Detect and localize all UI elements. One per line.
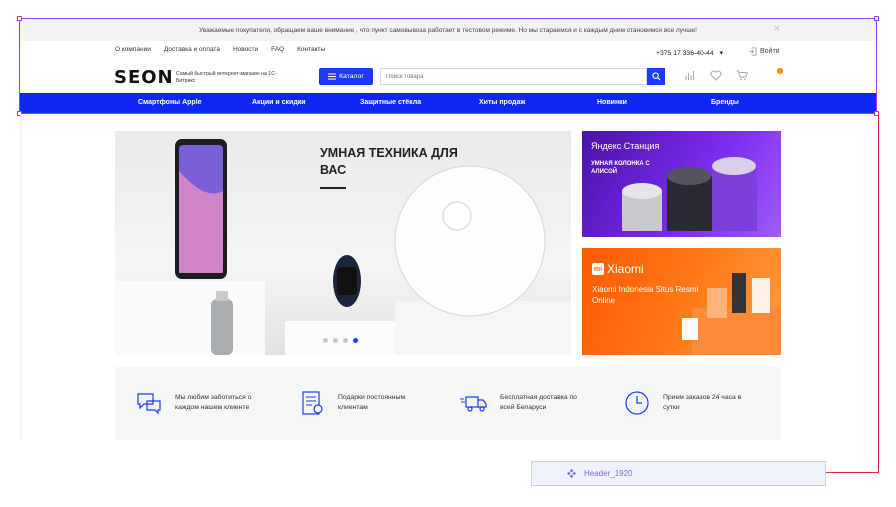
component-icon [567,469,576,478]
feature-text: Подарки постоянным клиентам [338,394,406,411]
banner-yandex[interactable]: Яндекс Станция УМНАЯ КОЛОНКА С АЛИСОЙ [582,131,781,237]
hero-slider[interactable]: УМНАЯ ТЕХНИКА ДЛЯ ВАС [115,131,571,355]
features-strip: Мы любим заботиться о каждом нашем клиен… [115,367,781,440]
clock-icon [625,391,649,415]
chat-support-icon [137,393,161,415]
title-underline [320,187,346,189]
feature-item: Мы любим заботиться о каждом нашем клиен… [135,389,267,417]
banner-xiaomi[interactable]: mi Xiaomi Xiaomi Indonesia Situs Resmi O… [582,248,781,355]
resize-handle[interactable] [17,16,22,21]
feature-text: Прием заказов 24 часа в сутки [663,394,742,411]
slider-dot-active[interactable] [353,338,358,343]
hero-title: УМНАЯ ТЕХНИКА ДЛЯ ВАС [320,146,458,177]
speaker-illustration [622,157,757,231]
gift-card-icon [302,391,323,415]
feature-item: Бесплатная доставка по всей Беларуси [460,389,592,417]
component-name: Header_1920 [584,469,633,478]
feature-item: Прием заказов 24 часа в сутки [623,389,755,417]
connector-line [826,472,879,473]
feature-text: Бесплатная доставка по всей Беларуси [500,394,577,411]
slider-dot[interactable] [333,338,338,343]
page-edge [20,114,22,440]
feature-text: Мы любим заботиться о каждом нашем клиен… [175,394,252,411]
slider-dot[interactable] [343,338,348,343]
products-illustration [682,273,781,355]
component-label[interactable]: Header_1920 [531,461,826,486]
slider-dots [323,338,358,343]
selection-frame [19,18,877,114]
feature-item: Подарки постоянным клиентам [298,389,430,417]
delivery-truck-icon [460,396,487,412]
page-canvas: Уважаемые покупатели, обращаем ваше вним… [0,0,896,507]
slider-dot[interactable] [323,338,328,343]
resize-handle[interactable] [874,16,879,21]
connector-line [878,114,879,473]
